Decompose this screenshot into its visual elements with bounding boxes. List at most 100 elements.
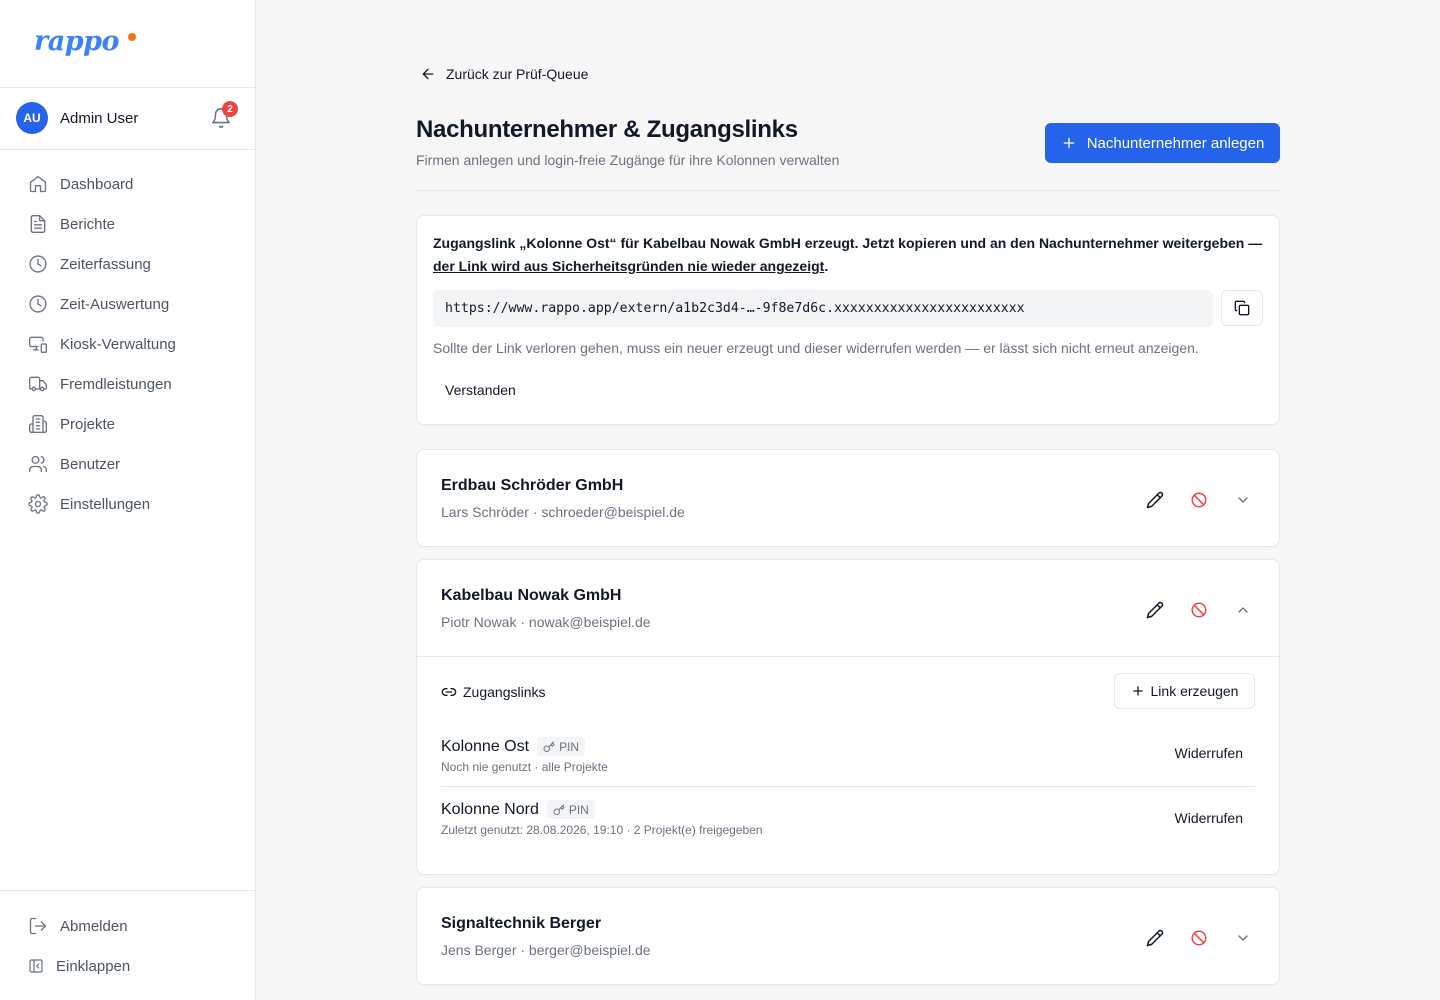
card-actions <box>1141 924 1257 952</box>
ban-icon <box>1191 930 1207 946</box>
deactivate-button[interactable] <box>1185 924 1213 952</box>
page-subtitle: Firmen anlegen und login-freie Zugänge f… <box>416 152 840 168</box>
sidebar-item-einstellungen[interactable]: Einstellungen <box>16 484 240 524</box>
notifications-button[interactable]: 2 <box>210 101 238 129</box>
user-profile[interactable]: AU Admin User 2 <box>16 101 240 134</box>
sidebar-divider <box>0 149 256 150</box>
revoke-link-button[interactable]: Widerrufen <box>1163 739 1255 767</box>
copy-link-button[interactable] <box>1221 290 1263 326</box>
sidebar-item-label: Fremdleistungen <box>60 375 172 393</box>
sidebar-item-label: Einstellungen <box>60 495 151 513</box>
deactivate-button[interactable] <box>1185 486 1213 514</box>
sidebar-item-label: Zeiterfassung <box>60 255 151 273</box>
key-icon <box>543 741 555 752</box>
pencil-icon <box>1146 601 1164 619</box>
sidebar: rappo AU Admin User 2 Dashboard Berichte… <box>0 0 256 1000</box>
plus-icon <box>1132 686 1143 696</box>
notice-hint: Sollte der Link verloren gehen, muss ein… <box>433 340 1199 356</box>
sidebar-item-dashboard[interactable]: Dashboard <box>16 164 240 204</box>
access-links-heading: Zugangslinks <box>441 684 546 700</box>
chevron-down-icon <box>1238 935 1248 941</box>
users-icon <box>29 455 47 473</box>
create-link-button[interactable]: Link erzeugen <box>1114 673 1255 709</box>
pencil-icon <box>1146 929 1164 947</box>
logout-icon <box>29 917 47 935</box>
notice-message-end: . <box>824 258 829 274</box>
key-icon <box>553 804 565 815</box>
gear-icon <box>28 494 48 514</box>
sidebar-item-label: Berichte <box>60 215 116 233</box>
subcontractor-name: Erdbau Schröder GmbH <box>441 477 624 494</box>
sidebar-divider <box>0 890 256 891</box>
logout-button[interactable]: Abmelden <box>16 906 240 946</box>
generated-link-field[interactable]: https://www.rappo.app/extern/a1b2c3d4-…-… <box>433 290 1213 327</box>
pin-badge: PIN <box>537 737 586 756</box>
chevron-down-icon <box>1238 497 1248 503</box>
access-link-name: Kolonne Ost <box>441 737 530 755</box>
access-link-info: Kolonne Ost PIN Noch nie genutzt · alle … <box>441 737 608 774</box>
sidebar-item-zeiterfassung[interactable]: Zeiterfassung <box>16 244 240 284</box>
sidebar-item-benutzer[interactable]: Benutzer <box>16 444 240 484</box>
subcontractor-card: Kabelbau Nowak GmbH Piotr Nowak · nowak@… <box>416 559 1280 875</box>
create-link-label: Link erzeugen <box>1150 683 1239 699</box>
expand-button[interactable] <box>1229 924 1257 952</box>
link-icon <box>441 688 457 696</box>
header-divider <box>416 190 1280 191</box>
file-text-icon <box>30 215 46 233</box>
avatar: AU <box>16 102 48 134</box>
ban-icon <box>1191 602 1207 618</box>
ban-icon <box>1191 492 1207 508</box>
home-icon <box>29 175 47 193</box>
edit-button[interactable] <box>1141 924 1169 952</box>
back-link[interactable]: Zurück zur Prüf-Queue <box>420 64 588 84</box>
subcontractor-card: Signaltechnik Berger Jens Berger · berge… <box>416 887 1280 985</box>
pin-badge-label: PIN <box>559 739 580 754</box>
revoke-link-button[interactable]: Widerrufen <box>1163 804 1255 832</box>
sidebar-item-fremdleistungen[interactable]: Fremdleistungen <box>16 364 240 404</box>
subcontractor-contact: Lars Schröder · schroeder@beispiel.de <box>441 504 685 520</box>
card-divider <box>417 656 1279 657</box>
sidebar-item-projekte[interactable]: Projekte <box>16 404 240 444</box>
edit-button[interactable] <box>1141 486 1169 514</box>
expand-button[interactable] <box>1229 486 1257 514</box>
subcontractor-name: Kabelbau Nowak GmbH <box>441 587 622 604</box>
access-links-heading-label: Zugangslinks <box>463 684 546 700</box>
sidebar-item-zeit-auswertung[interactable]: Zeit-Auswertung <box>16 284 240 324</box>
card-actions <box>1141 596 1257 624</box>
pin-badge-label: PIN <box>568 802 589 817</box>
access-link-meta: Zuletzt genutzt: 28.08.2026, 19:10 · 2 P… <box>441 823 763 837</box>
sidebar-item-label: Kiosk-Verwaltung <box>60 335 176 353</box>
card-actions <box>1141 486 1257 514</box>
main-content: Zurück zur Prüf-Queue Nachunternehmer & … <box>416 0 1280 1000</box>
chevron-up-icon <box>1238 607 1248 613</box>
sidebar-item-berichte[interactable]: Berichte <box>16 204 240 244</box>
app-logo[interactable]: rappo <box>34 26 144 60</box>
deactivate-button[interactable] <box>1185 596 1213 624</box>
sidebar-item-kiosk-verwaltung[interactable]: Kiosk-Verwaltung <box>16 324 240 364</box>
link-created-notice: Zugangslink „Kolonne Ost“ für Kabelbau N… <box>416 215 1280 425</box>
notification-count-badge: 2 <box>222 101 238 117</box>
notice-message: Zugangslink „Kolonne Ost“ für Kabelbau N… <box>433 232 1263 278</box>
sidebar-item-label: Benutzer <box>60 455 121 473</box>
collapse-sidebar-button[interactable]: Einklappen <box>16 946 240 986</box>
acknowledge-button[interactable]: Verstanden <box>433 376 528 404</box>
back-link-label: Zurück zur Prüf-Queue <box>446 66 589 82</box>
access-link-meta: Noch nie genutzt · alle Projekte <box>441 760 608 774</box>
panel-collapse-icon <box>29 959 43 973</box>
notice-message-text: Zugangslink „Kolonne Ost“ für Kabelbau N… <box>433 235 1263 251</box>
edit-button[interactable] <box>1141 596 1169 624</box>
add-subcontractor-button[interactable]: Nachunternehmer anlegen <box>1045 123 1280 163</box>
logout-label: Abmelden <box>60 917 128 935</box>
sidebar-nav: Dashboard Berichte Zeiterfassung Zeit-Au… <box>16 164 240 524</box>
subcontractor-contact: Jens Berger · berger@beispiel.de <box>441 942 651 958</box>
copy-icon <box>1234 300 1250 316</box>
access-link-info: Kolonne Nord PIN Zuletzt genutzt: 28.08.… <box>441 800 763 837</box>
logo-dot <box>128 33 136 41</box>
devices-icon <box>29 336 47 353</box>
arrow-left-icon <box>422 68 434 80</box>
sidebar-item-label: Dashboard <box>60 175 134 193</box>
sidebar-divider <box>0 87 256 88</box>
collapse-button[interactable] <box>1229 596 1257 624</box>
plus-icon <box>1063 137 1075 149</box>
clock-icon <box>29 255 47 273</box>
